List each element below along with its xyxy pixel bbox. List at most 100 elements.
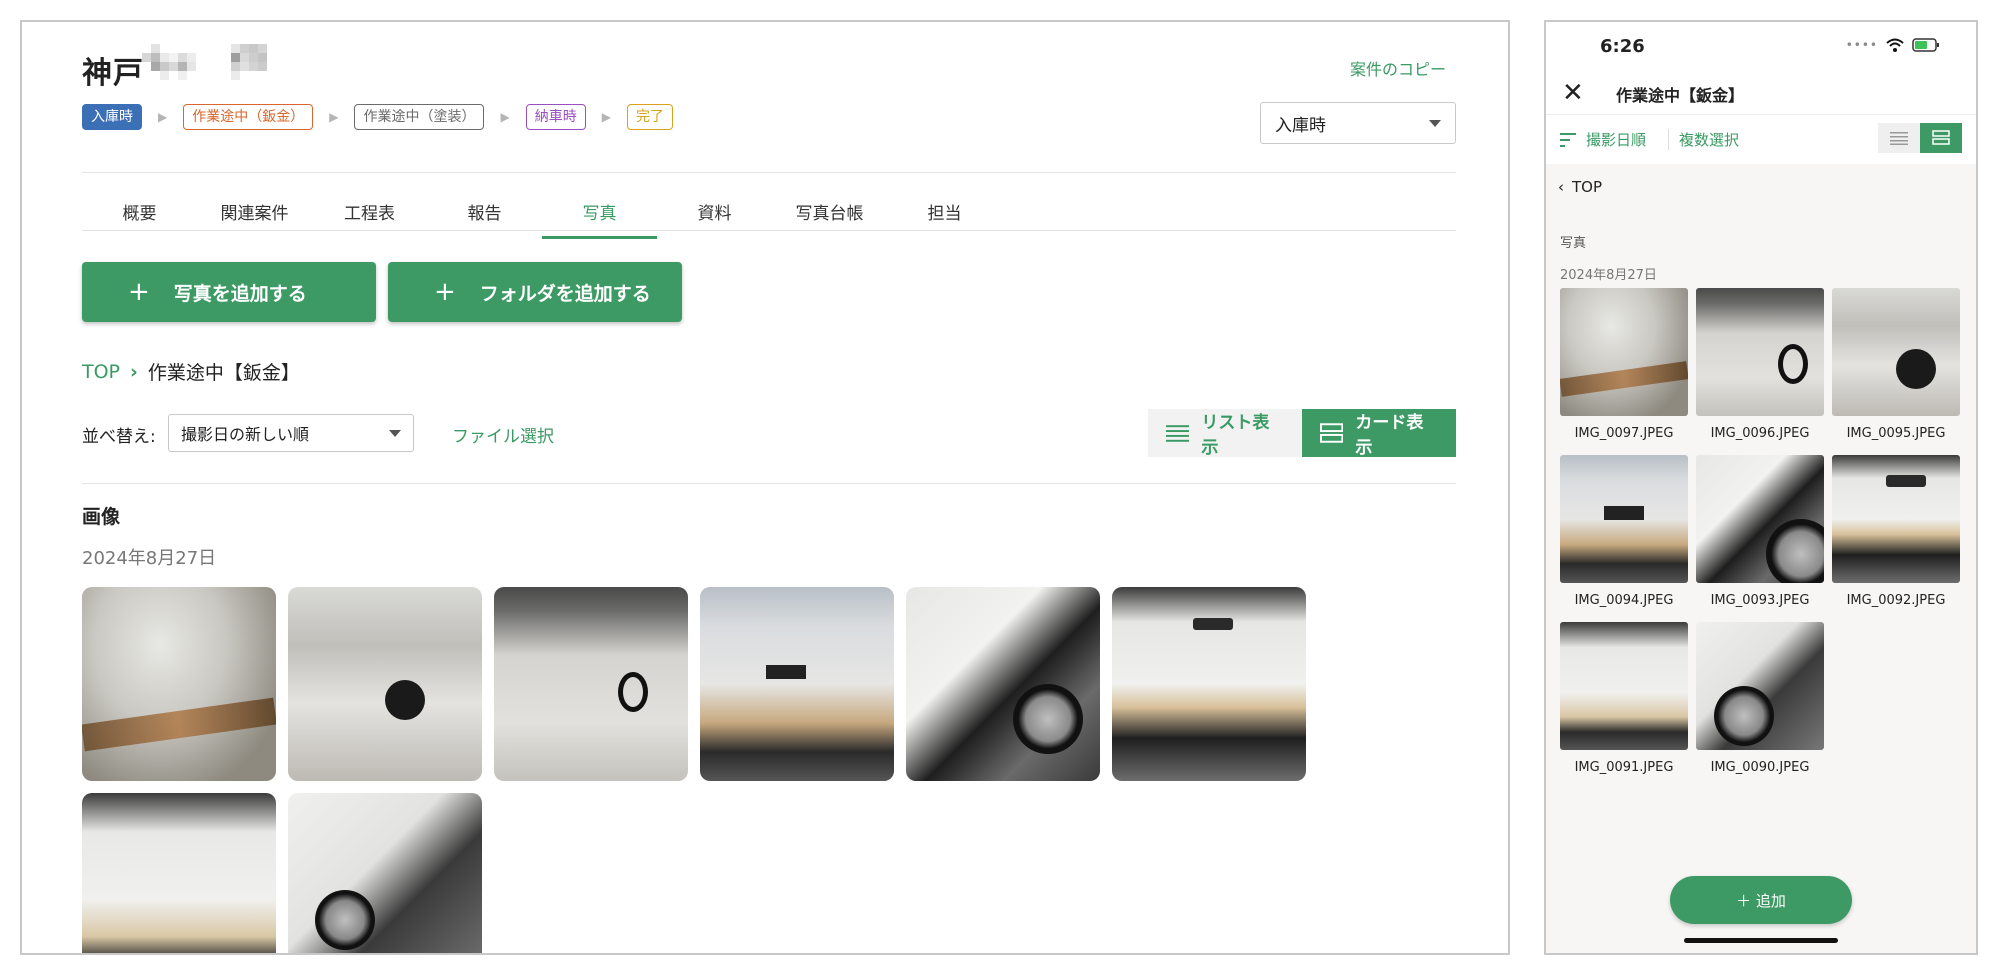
mobile-toolbar: 撮影日順 複数選択 (1546, 114, 1976, 164)
mobile-sort-label: 撮影日順 (1586, 131, 1647, 149)
arrow-right-icon: ▶ (500, 110, 510, 124)
photo-thumbnail (1560, 622, 1688, 750)
photo-thumbnail (1696, 622, 1824, 750)
tab-photo-ledger[interactable]: 写真台帳 (772, 190, 887, 239)
photo-filename: IMG_0097.JPEG (1574, 426, 1674, 441)
tab-overview[interactable]: 概要 (82, 190, 197, 239)
photo-thumbnail[interactable] (82, 793, 276, 953)
tab-schedule[interactable]: 工程表 (312, 190, 427, 239)
photo-thumbnail[interactable] (82, 587, 276, 781)
photo-thumbnail[interactable] (288, 587, 482, 781)
photo-thumbnail (1560, 288, 1688, 416)
tab-documents[interactable]: 資料 (657, 190, 772, 239)
list-view-button[interactable]: リスト表示 (1148, 409, 1302, 458)
mobile-view-toggle (1878, 123, 1962, 153)
add-photo-button[interactable]: + 写真を追加する (82, 262, 376, 322)
file-select-link[interactable]: ファイル選択 (452, 422, 554, 447)
photo-thumbnail (1696, 288, 1824, 416)
add-photo-label: 写真を追加する (173, 282, 307, 305)
status-badge-intake[interactable]: 入庫時 (82, 104, 142, 130)
photo-card[interactable]: IMG_0096.JPEG (1696, 288, 1824, 441)
status-badge-painting[interactable]: 作業途中（塗装） (354, 104, 485, 130)
photo-thumbnail[interactable] (906, 587, 1100, 781)
arrow-right-icon: ▶ (329, 110, 339, 124)
breadcrumb-top-link[interactable]: TOP (82, 361, 120, 383)
photo-card[interactable]: IMG_0090.JPEG (1696, 622, 1824, 775)
sort-select[interactable]: 撮影日の新しい順 (168, 414, 414, 452)
status-badge-delivery[interactable]: 納車時 (525, 104, 586, 130)
mobile-sort-button[interactable]: 撮影日順 (1560, 129, 1646, 150)
mobile-list-view-button[interactable] (1878, 123, 1920, 153)
status-badge-sheetmetal[interactable]: 作業途中（鈑金） (183, 104, 314, 130)
mobile-header: 6:26 •••• ✕ 作業途中【鈑金】 撮影日順 複数選択 (1546, 22, 1976, 164)
stage-select-value: 入庫時 (1275, 115, 1326, 136)
mobile-section-label: 写真 (1560, 236, 1587, 251)
photo-thumbnail (1696, 455, 1824, 583)
add-folder-button[interactable]: + フォルダを追加する (388, 262, 682, 322)
photo-thumbnail[interactable] (494, 587, 688, 781)
chevron-right-icon: › (130, 360, 138, 383)
page-title: 神戸 (82, 56, 144, 91)
plus-icon: + (434, 277, 456, 307)
multi-select-button[interactable]: 複数選択 (1668, 129, 1739, 150)
chevron-left-icon: ‹ (1558, 178, 1564, 196)
list-icon (1166, 425, 1190, 442)
photo-filename: IMG_0095.JPEG (1846, 426, 1946, 441)
breadcrumb-current: 作業途中【鈑金】 (147, 362, 300, 384)
card-view-button[interactable]: カード表示 (1302, 409, 1456, 458)
photo-thumbnail[interactable] (700, 587, 894, 781)
section-date: 2024年8月27日 (82, 548, 217, 569)
mobile-card-view-button[interactable] (1920, 123, 1962, 153)
caret-down-icon (389, 429, 401, 437)
list-view-label: リスト表示 (1201, 413, 1270, 458)
stage-select[interactable]: 入庫時 (1260, 102, 1456, 144)
breadcrumb: TOP › 作業途中【鈑金】 (82, 358, 300, 385)
back-label: TOP (1572, 178, 1603, 196)
tab-photos[interactable]: 写真 (542, 190, 657, 239)
photo-filename: IMG_0091.JPEG (1574, 760, 1674, 775)
status-bar-icons: •••• (1846, 38, 1940, 52)
sort-icon (1560, 132, 1576, 147)
caret-down-icon (1429, 119, 1441, 127)
list-icon (1890, 132, 1908, 145)
copy-case-link[interactable]: 案件のコピー (1350, 56, 1446, 80)
status-badge-complete[interactable]: 完了 (626, 104, 673, 130)
photo-card[interactable]: IMG_0091.JPEG (1560, 622, 1688, 775)
photo-thumbnail[interactable] (1112, 587, 1306, 781)
photo-card[interactable]: IMG_0097.JPEG (1560, 288, 1688, 441)
home-indicator (1684, 938, 1838, 943)
tab-related[interactable]: 関連案件 (197, 190, 312, 239)
status-bar-time: 6:26 (1600, 36, 1645, 57)
mobile-add-button[interactable]: ＋ 追加 (1670, 876, 1852, 924)
photo-card[interactable]: IMG_0093.JPEG (1696, 455, 1824, 608)
battery-icon (1912, 38, 1939, 52)
photo-card[interactable]: IMG_0095.JPEG (1832, 288, 1960, 441)
card-icon (1320, 423, 1344, 443)
photo-grid (82, 587, 1306, 953)
photo-thumbnail[interactable] (288, 793, 482, 953)
photo-filename: IMG_0092.JPEG (1846, 593, 1946, 608)
photo-card[interactable]: IMG_0094.JPEG (1560, 455, 1688, 608)
tab-report[interactable]: 報告 (427, 190, 542, 239)
arrow-right-icon: ▶ (601, 110, 611, 124)
desktop-window: 神戸 案件のコピー 入庫時 ▶ 作業途中（鈑金） ▶ 作業途中（塗装） ▶ 納車… (20, 20, 1510, 955)
tab-assignee[interactable]: 担当 (887, 190, 1002, 239)
add-folder-label: フォルダを追加する (479, 282, 651, 305)
photo-filename: IMG_0090.JPEG (1710, 760, 1810, 775)
redacted-name-block (222, 44, 276, 80)
wifi-icon (1886, 38, 1904, 52)
photo-card[interactable]: IMG_0092.JPEG (1832, 455, 1960, 608)
back-to-top-button[interactable]: ‹ TOP (1558, 178, 1602, 196)
section-title: 画像 (82, 506, 121, 528)
tab-underline (82, 230, 1456, 231)
divider (82, 172, 1456, 173)
close-icon[interactable]: ✕ (1562, 78, 1584, 108)
photo-thumbnail (1832, 288, 1960, 416)
card-icon (1932, 130, 1950, 145)
card-view-label: カード表示 (1355, 413, 1424, 458)
photo-thumbnail (1560, 455, 1688, 583)
redacted-name-block (142, 44, 196, 80)
mobile-screen: 6:26 •••• ✕ 作業途中【鈑金】 撮影日順 複数選択 ‹ TOP 写真 … (1544, 20, 1978, 955)
status-flow: 入庫時 ▶ 作業途中（鈑金） ▶ 作業途中（塗装） ▶ 納車時 ▶ 完了 (82, 104, 673, 130)
tab-bar: 概要 関連案件 工程表 報告 写真 資料 写真台帳 担当 (82, 190, 1002, 239)
